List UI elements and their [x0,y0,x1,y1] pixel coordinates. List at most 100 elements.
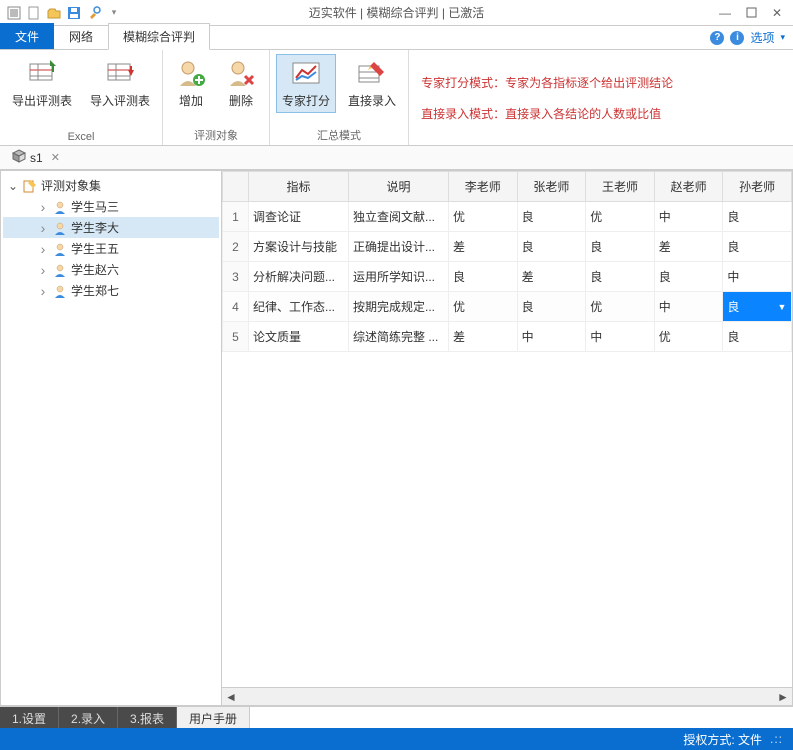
dropdown-icon[interactable]: ▾ [106,5,122,21]
options-link[interactable]: 选项 [750,29,774,46]
tree-item-label: 学生马三 [71,198,119,215]
cell-dropdown-icon[interactable]: ▼ [775,300,789,314]
maximize-button[interactable] [739,4,763,22]
tab-fuzzy[interactable]: 模糊综合评判 [108,23,210,50]
grid-cell[interactable]: 良 [586,232,655,262]
tree-item-label: 学生李大 [71,219,119,236]
grid-cell[interactable]: 良 [723,232,792,262]
save-icon[interactable] [66,5,82,21]
new-icon[interactable] [26,5,42,21]
tree-bullet-icon: › [37,223,49,233]
grid-cell[interactable]: 优 [449,202,518,232]
grid-cell[interactable]: 优 [654,322,723,352]
grid-column-header[interactable] [223,172,249,202]
grid-cell[interactable]: 中 [723,262,792,292]
grid-cell[interactable]: 中 [654,292,723,322]
document-tab-label: s1 [30,151,43,165]
delete-button[interactable]: 删除 [219,54,263,113]
grid-cell[interactable]: 优 [586,202,655,232]
grid-cell[interactable]: 良 [517,232,586,262]
grid-cell[interactable]: 论文质量 [249,322,349,352]
tab-manual[interactable]: 用户手册 [177,707,250,728]
grid-cell[interactable]: 中 [654,202,723,232]
grid-cell[interactable]: 中 [586,322,655,352]
tree-item[interactable]: ›学生赵六 [3,259,219,280]
tab-file[interactable]: 文件 [0,23,54,49]
grid-cell[interactable]: 良▼ [723,292,792,322]
grid-column-header[interactable]: 指标 [249,172,349,202]
grid-cell[interactable]: 方案设计与技能 [249,232,349,262]
direct-input-button[interactable]: 直接录入 [342,54,402,113]
grid-cell[interactable]: 独立查阅文献... [349,202,449,232]
tools-icon[interactable] [86,5,102,21]
row-number: 5 [223,322,249,352]
expert-score-button[interactable]: 专家打分 [276,54,336,113]
grid-cell[interactable]: 运用所学知识... [349,262,449,292]
table-row: 5论文质量综述简练完整 ...差中中优良 [223,322,792,352]
scroll-right-icon[interactable]: ► [774,689,792,705]
row-number: 3 [223,262,249,292]
tab-input[interactable]: 2.录入 [59,707,118,728]
info-icon[interactable]: i [730,31,744,45]
grid-column-header[interactable]: 李老师 [449,172,518,202]
table-row: 4纪律、工作态...按期完成规定...优良优中良▼ [223,292,792,322]
ribbon-info-line-2: 直接录入模式：直接录入各结论的人数或比值 [421,105,781,122]
grid-cell[interactable]: 良 [517,292,586,322]
person-icon [53,221,67,235]
open-icon[interactable] [46,5,62,21]
tree-bullet-icon: › [37,202,49,212]
ribbon-group-label-summary: 汇总模式 [276,125,402,143]
horizontal-scrollbar[interactable]: ◄ ► [222,687,792,705]
tab-close-icon[interactable]: ✕ [51,151,60,164]
minimize-button[interactable]: — [713,4,737,22]
tree-item-label: 学生赵六 [71,261,119,278]
tree-item[interactable]: › 学生李大 [3,217,219,238]
grid-column-header[interactable]: 王老师 [586,172,655,202]
grid-cell[interactable]: 优 [586,292,655,322]
grid-wrap: 指标说明李老师张老师王老师赵老师孙老师 1调查论证独立查阅文献...优良优中良2… [222,171,792,687]
grid-cell[interactable]: 中 [517,322,586,352]
help-icon[interactable]: ? [710,31,724,45]
grid-cell[interactable]: 良 [723,322,792,352]
tree-root[interactable]: ⌄ 评测对象集 [3,175,219,196]
grid-cell[interactable]: 纪律、工作态... [249,292,349,322]
grid-cell[interactable]: 良 [654,262,723,292]
person-icon [53,263,67,277]
grid-cell[interactable]: 良 [586,262,655,292]
export-table-button[interactable]: 导出评测表 [6,54,78,113]
tab-report[interactable]: 3.报表 [118,707,177,728]
row-number: 1 [223,202,249,232]
grid-column-header[interactable]: 孙老师 [723,172,792,202]
grid-cell[interactable]: 调查论证 [249,202,349,232]
tree-item[interactable]: ›学生郑七 [3,280,219,301]
tree-item[interactable]: › 学生马三 [3,196,219,217]
grid-cell[interactable]: 差 [449,232,518,262]
grid-cell[interactable]: 良 [517,202,586,232]
grid-cell[interactable]: 良 [449,262,518,292]
grid-cell[interactable]: 优 [449,292,518,322]
tree-item[interactable]: ›学生王五 [3,238,219,259]
import-table-button[interactable]: 导入评测表 [84,54,156,113]
document-tab-s1[interactable]: s1 ✕ [4,147,68,168]
scroll-left-icon[interactable]: ◄ [222,689,240,705]
close-button[interactable]: ✕ [765,4,789,22]
grid-cell[interactable]: 差 [654,232,723,262]
grid-column-header[interactable]: 张老师 [517,172,586,202]
grid-cell[interactable]: 差 [517,262,586,292]
grid-cell[interactable]: 差 [449,322,518,352]
options-dropdown-icon[interactable]: ▾ [780,32,785,43]
table-row: 2方案设计与技能正确提出设计...差良良差良 [223,232,792,262]
tab-settings[interactable]: 1.设置 [0,707,59,728]
grid-cell[interactable]: 综述简练完整 ... [349,322,449,352]
grid-column-header[interactable]: 说明 [349,172,449,202]
grid-cell[interactable]: 分析解决问题... [249,262,349,292]
window-controls: — ✕ [713,4,789,22]
grid-column-header[interactable]: 赵老师 [654,172,723,202]
grid-cell[interactable]: 正确提出设计... [349,232,449,262]
delete-person-icon [225,58,257,90]
grid-cell[interactable]: 按期完成规定... [349,292,449,322]
tab-network[interactable]: 网络 [54,23,108,49]
add-button[interactable]: 增加 [169,54,213,113]
tree-expand-icon[interactable]: ⌄ [7,179,19,193]
grid-cell[interactable]: 良 [723,202,792,232]
